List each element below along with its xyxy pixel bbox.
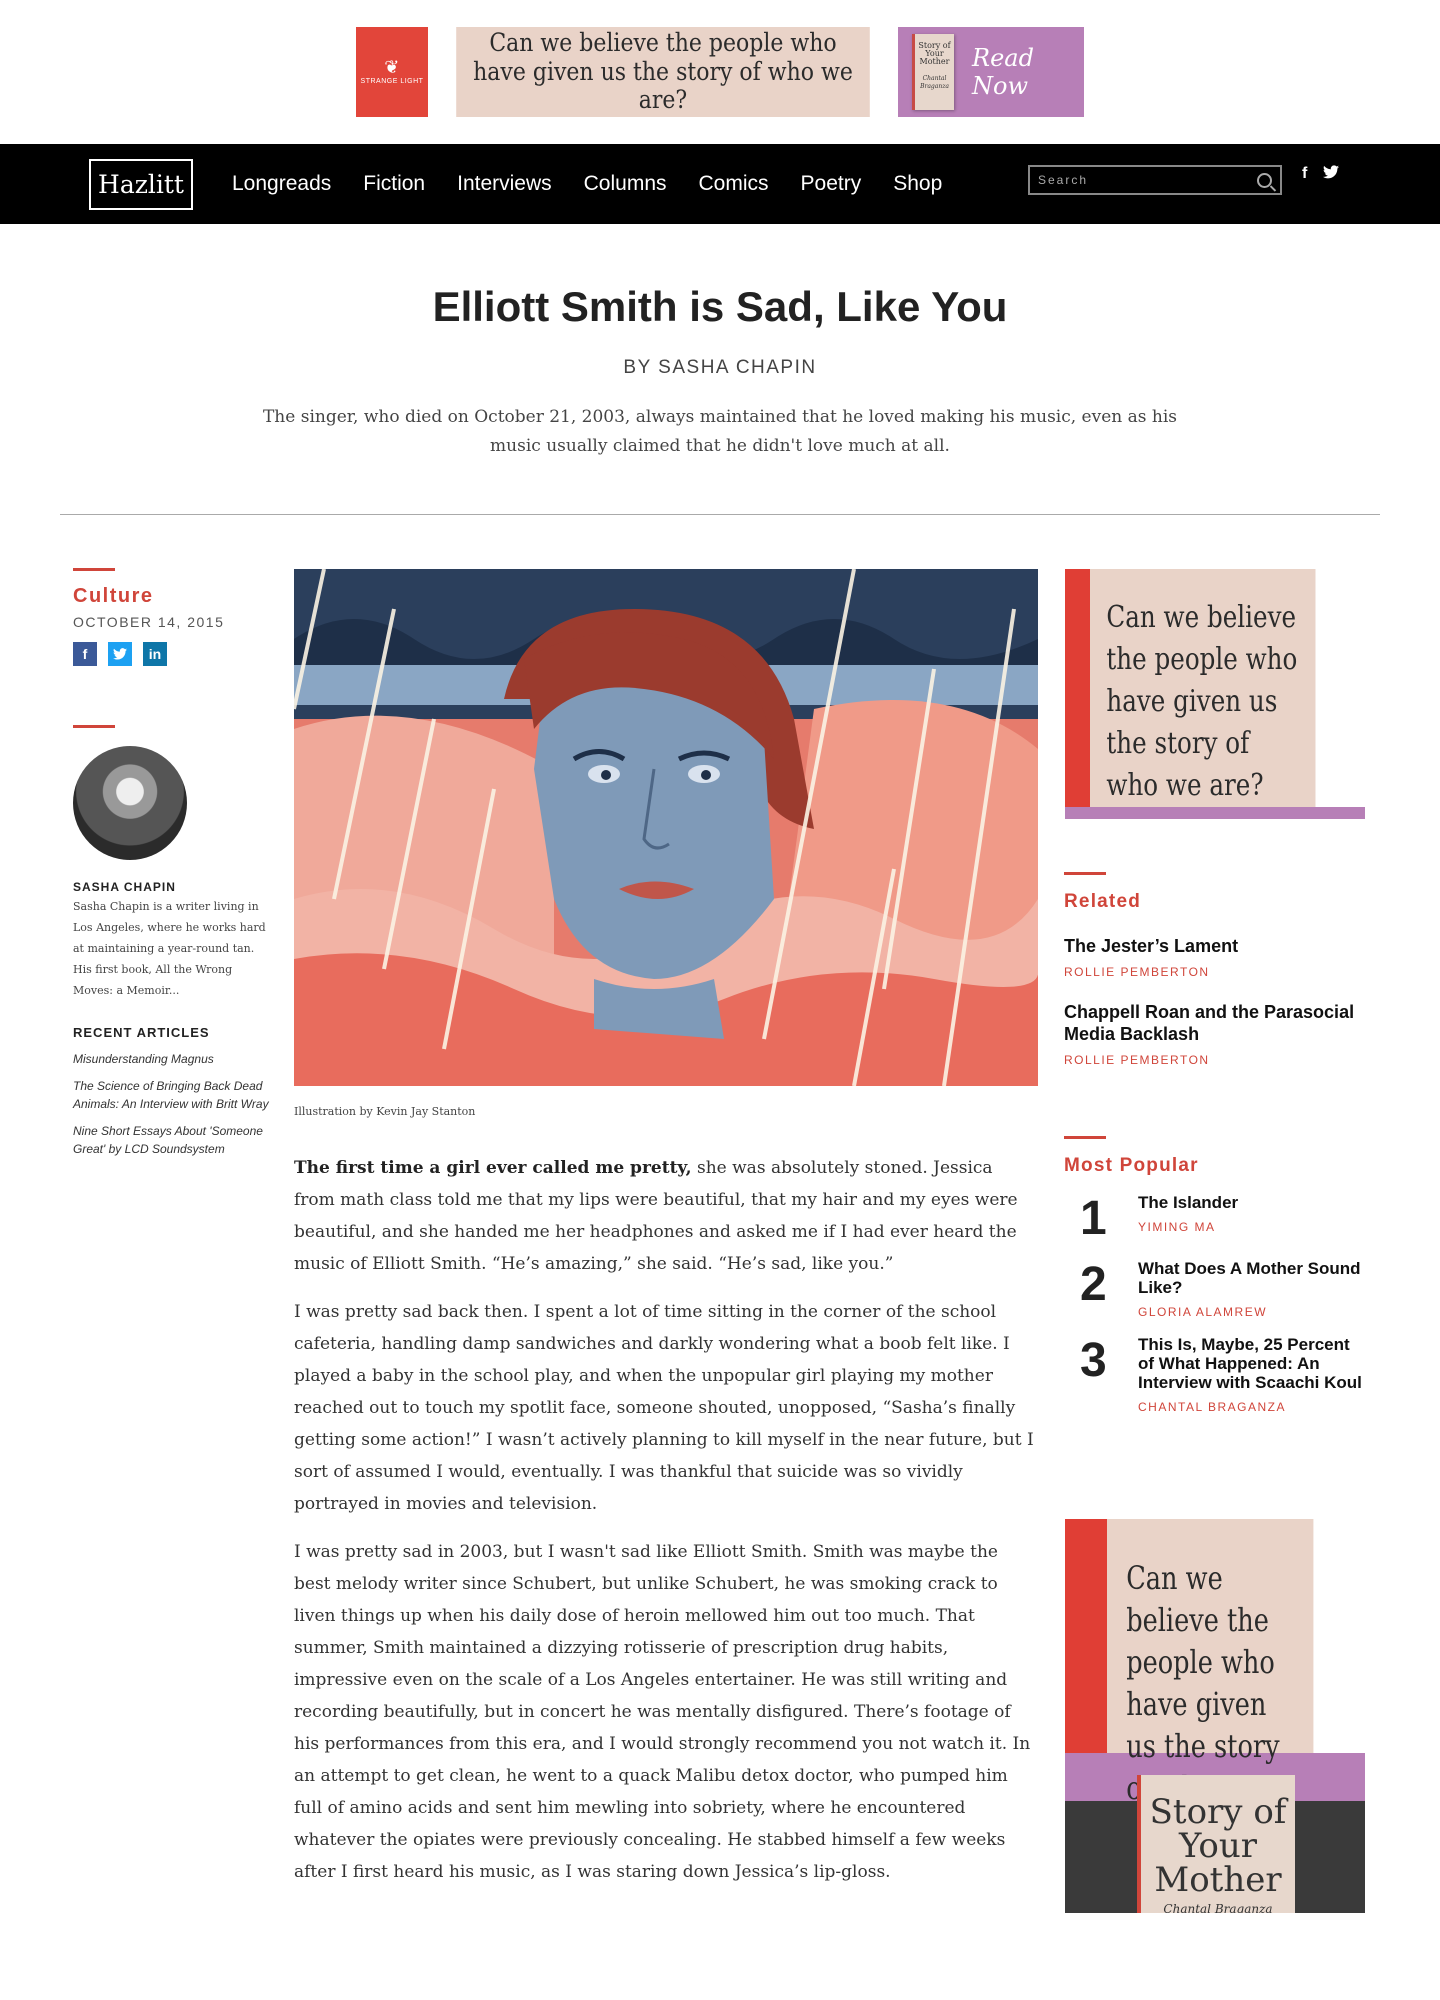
author-name[interactable]: SASHA CHAPIN xyxy=(73,880,273,894)
sidebar-ad-2[interactable]: Can we believe the people who have given… xyxy=(1065,1519,1365,1913)
brand-logo[interactable]: Hazlitt xyxy=(89,159,193,210)
twitter-icon[interactable] xyxy=(1323,165,1340,184)
popular-title[interactable]: What Does A Mother Sound Like? xyxy=(1138,1259,1364,1297)
popular-title[interactable]: The Islander xyxy=(1138,1193,1364,1212)
nav-link-fiction[interactable]: Fiction xyxy=(363,172,425,196)
ad-book-cover: Story of Your Mother Chantal Braganza xyxy=(912,34,954,110)
linkedin-share-icon[interactable]: in xyxy=(143,642,167,666)
read-now-link[interactable]: Read Now xyxy=(972,44,1084,100)
article-body: The first time a girl ever called me pre… xyxy=(294,1152,1038,1912)
paragraph: I was pretty sad back then. I spent a lo… xyxy=(294,1302,1034,1514)
social-links: f xyxy=(1302,165,1340,184)
ad-book-author: Chantal Braganza xyxy=(1163,1902,1273,1913)
popular-rule xyxy=(1064,1136,1106,1139)
author-bio: Sasha Chapin is a writer living in Los A… xyxy=(73,900,266,997)
paragraph: I was pretty sad in 2003, but I wasn't s… xyxy=(294,1542,1031,1882)
search-box xyxy=(1028,165,1282,195)
ad-message: Can we believe the people who have given… xyxy=(456,27,870,117)
nav-link-poetry[interactable]: Poetry xyxy=(801,172,862,196)
article-dek: The singer, who died on October 21, 2003… xyxy=(262,407,1178,456)
nav-links: Longreads Fiction Interviews Columns Com… xyxy=(232,144,942,224)
ad-footer-band xyxy=(1065,807,1365,819)
lead-in: The first time a girl ever called me pre… xyxy=(294,1158,692,1178)
popular-author[interactable]: CHANTAL BRAGANZA xyxy=(1138,1400,1364,1414)
meta-rule xyxy=(73,568,115,571)
share-buttons: f in xyxy=(73,642,273,666)
recent-article-link[interactable]: Nine Short Essays About 'Someone Great' … xyxy=(73,1122,273,1158)
article-title: Elliott Smith is Sad, Like You xyxy=(432,283,1008,330)
recent-article-link[interactable]: The Science of Bringing Back Dead Animal… xyxy=(73,1077,273,1113)
related-heading: Related xyxy=(1064,891,1142,912)
publish-date: OCTOBER 14, 2015 xyxy=(73,614,225,630)
paragraph: The first time a girl ever called me pre… xyxy=(294,1152,1038,1280)
related-author[interactable]: ROLLIE PEMBERTON xyxy=(1064,1053,1364,1067)
popular-item[interactable]: 3 This Is, Maybe, 25 Percent of What Hap… xyxy=(1064,1335,1364,1414)
related-rule xyxy=(1064,872,1106,875)
category-link[interactable]: Culture xyxy=(73,585,273,608)
popular-author[interactable]: GLORIA ALAMREW xyxy=(1138,1305,1364,1319)
ad-book-title: Story of Your Mother xyxy=(918,41,951,66)
ad-stripe xyxy=(1065,1519,1107,1753)
nav-link-interviews[interactable]: Interviews xyxy=(457,172,552,196)
sidebar-ad[interactable]: Can we believe the people who have given… xyxy=(1065,569,1365,819)
search-input[interactable] xyxy=(1038,173,1257,187)
author-avatar[interactable] xyxy=(73,746,187,860)
related-title[interactable]: Chappell Roan and the Parasocial Media B… xyxy=(1064,1001,1364,1045)
publisher-logo: ❦ STRANGE LIGHT xyxy=(356,27,428,117)
bird-icon: ❦ xyxy=(384,56,400,77)
most-popular-section: Most Popular 1 The Islander YIMING MA 2 … xyxy=(1064,1136,1364,1414)
article-byline[interactable]: BY SASHA CHAPIN xyxy=(0,357,1440,379)
twitter-share-icon[interactable] xyxy=(108,642,132,666)
nav-link-columns[interactable]: Columns xyxy=(584,172,667,196)
main-nav: Hazlitt Longreads Fiction Interviews Col… xyxy=(0,144,1440,224)
search-icon[interactable] xyxy=(1257,172,1272,188)
hero-illustration xyxy=(294,569,1038,1086)
popular-item[interactable]: 1 The Islander YIMING MA xyxy=(1064,1193,1364,1243)
facebook-share-icon[interactable]: f xyxy=(73,642,97,666)
popular-rank: 2 xyxy=(1080,1258,1107,1311)
popular-title[interactable]: This Is, Maybe, 25 Percent of What Happe… xyxy=(1138,1335,1364,1392)
author-card: SASHA CHAPIN Sasha Chapin is a writer li… xyxy=(73,725,273,1167)
header-divider xyxy=(60,514,1380,515)
article-meta: Culture OCTOBER 14, 2015 f in xyxy=(73,568,273,666)
ad-book-title: Story of Your Mother xyxy=(1149,1792,1287,1900)
paragraph: Not knowing his biography, teenage me he… xyxy=(294,1904,1038,1912)
popular-author[interactable]: YIMING MA xyxy=(1138,1220,1364,1234)
top-banner-ad[interactable]: ❦ STRANGE LIGHT Can we believe the peopl… xyxy=(356,27,1084,117)
popular-rank: 1 xyxy=(1080,1192,1107,1245)
related-item[interactable]: Chappell Roan and the Parasocial Media B… xyxy=(1064,1001,1364,1067)
popular-rank: 3 xyxy=(1080,1334,1107,1387)
author-rule xyxy=(73,725,115,728)
ad-book-cover: Story of Your Mother Chantal Braganza xyxy=(1137,1775,1295,1913)
related-item[interactable]: The Jester’s Lament ROLLIE PEMBERTON xyxy=(1064,935,1364,979)
most-popular-heading: Most Popular xyxy=(1064,1155,1199,1176)
nav-link-shop[interactable]: Shop xyxy=(893,172,942,196)
nav-link-longreads[interactable]: Longreads xyxy=(232,172,331,196)
related-title[interactable]: The Jester’s Lament xyxy=(1064,935,1364,957)
recent-articles-list: Misunderstanding Magnus The Science of B… xyxy=(73,1050,273,1158)
hero-caption: Illustration by Kevin Jay Stanton xyxy=(294,1105,476,1118)
recent-articles-heading: RECENT ARTICLES xyxy=(73,1025,210,1040)
sidebar-ad2-text: Can we believe the people who have given… xyxy=(1107,1519,1314,1849)
sidebar-ad-text: Can we believe the people who have given… xyxy=(1090,569,1316,807)
ad-stripe xyxy=(1065,569,1090,807)
related-section: Related The Jester’s Lament ROLLIE PEMBE… xyxy=(1064,872,1364,1067)
facebook-icon[interactable]: f xyxy=(1302,165,1307,184)
publisher-name: STRANGE LIGHT xyxy=(360,77,424,85)
ad-book-author: Chantal Braganza xyxy=(920,75,949,90)
recent-article-link[interactable]: Misunderstanding Magnus xyxy=(73,1050,273,1068)
related-author[interactable]: ROLLIE PEMBERTON xyxy=(1064,965,1364,979)
nav-link-comics[interactable]: Comics xyxy=(699,172,769,196)
popular-item[interactable]: 2 What Does A Mother Sound Like? GLORIA … xyxy=(1064,1259,1364,1319)
